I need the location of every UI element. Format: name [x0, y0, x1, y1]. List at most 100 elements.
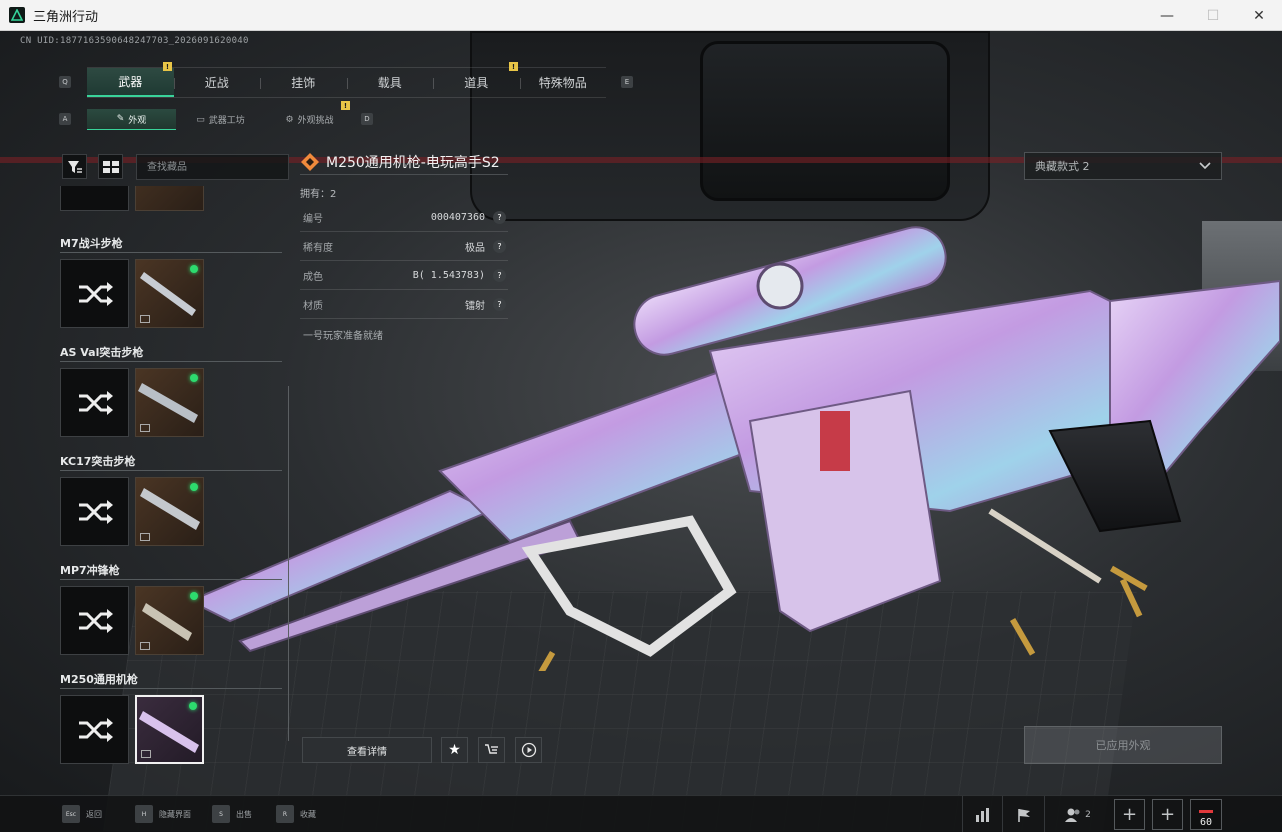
- view-details-button[interactable]: 查看详情: [302, 737, 432, 763]
- equipped-indicator: [190, 592, 198, 600]
- key-esc: Esc: [62, 805, 80, 823]
- window-title: 三角洲行动: [33, 9, 99, 25]
- subtab-appearance[interactable]: ✎ 外观: [87, 109, 176, 130]
- filter-icon: [67, 160, 82, 173]
- skin-thumbnail[interactable]: [135, 368, 204, 437]
- image-icon: [140, 533, 150, 541]
- skin-thumbnail[interactable]: [135, 186, 204, 211]
- invite-slot-button[interactable]: +: [1114, 799, 1145, 830]
- hint-label: 出售: [236, 809, 252, 819]
- flag-button[interactable]: [1002, 796, 1044, 832]
- tab-items[interactable]: 道具 !: [433, 62, 520, 97]
- skin-thumbnail[interactable]: [135, 477, 204, 546]
- alert-badge: !: [509, 62, 518, 71]
- tab-label: 武器: [118, 75, 143, 89]
- subtab-label: 武器工坊: [208, 116, 245, 126]
- alert-badge: !: [341, 101, 350, 110]
- key-h: H: [135, 805, 153, 823]
- play-preview-button[interactable]: [515, 737, 542, 763]
- stat-label: 编号: [303, 213, 323, 225]
- market-button[interactable]: [478, 737, 505, 763]
- tab-special-items[interactable]: 特殊物品: [519, 68, 607, 97]
- help-icon[interactable]: ?: [493, 268, 506, 282]
- weapon-name: MP7冲锋枪: [60, 560, 282, 580]
- random-skin-button[interactable]: [60, 368, 129, 437]
- random-skin-button[interactable]: [60, 586, 129, 655]
- skin-thumbnail[interactable]: [135, 259, 204, 328]
- tab-label: 近战: [204, 76, 229, 90]
- skin-info-panel: M250通用机枪-电玩高手S2 拥有：2 编号 000407360 ? 稀有度 …: [300, 149, 508, 342]
- alert-badge: !: [163, 62, 172, 71]
- tab-weapons[interactable]: 武器 !: [87, 62, 174, 97]
- stat-row-rarity: 稀有度 极品 ?: [300, 232, 508, 261]
- scrollbar[interactable]: [288, 386, 289, 741]
- search-input[interactable]: [137, 155, 288, 180]
- app-logo-icon: [9, 7, 25, 23]
- footer-hint-hide-ui[interactable]: H 隐藏界面: [135, 805, 191, 823]
- equipped-indicator: [190, 483, 198, 491]
- tab-vehicles[interactable]: 载具: [346, 68, 434, 97]
- party-button[interactable]: 2: [1044, 796, 1110, 832]
- preset-dropdown[interactable]: 典藏款式 2: [1024, 152, 1222, 180]
- search-box[interactable]: [136, 154, 289, 180]
- game-stage: CN UID:1877163590648247703_2026091620040: [0, 31, 1282, 832]
- equipped-indicator: [189, 702, 197, 710]
- key-hint-e: E: [621, 76, 633, 88]
- plus-icon: +: [1121, 804, 1138, 825]
- equipped-indicator: [190, 374, 198, 382]
- weapon-name: M250通用机枪: [60, 669, 282, 689]
- favorite-button[interactable]: ★: [441, 737, 468, 763]
- random-skin-button[interactable]: [60, 186, 129, 211]
- fps-bar: [1199, 810, 1213, 813]
- list-item-selected: M250通用机枪: [60, 669, 282, 776]
- tab-melee[interactable]: 近战: [173, 68, 261, 97]
- random-skin-button[interactable]: [60, 695, 129, 764]
- stat-value: 000407360: [430, 211, 485, 223]
- grid-icon: [102, 160, 119, 173]
- stat-value: 镭射: [465, 300, 485, 312]
- party-count: 2: [1085, 809, 1091, 820]
- filter-button[interactable]: [62, 154, 87, 179]
- weapon-list[interactable]: M7战斗步枪 AS Val突击步枪 KC17突击步枪 MP7冲锋枪 M250通用…: [60, 186, 282, 776]
- preset-label: 典藏款式 2: [1035, 160, 1090, 173]
- footer-bar: Esc 返回 H 隐藏界面 S 出售 R 收藏 2 + + 60: [0, 795, 1282, 832]
- help-icon[interactable]: ?: [493, 210, 506, 224]
- bar-chart-icon: [975, 807, 989, 822]
- tab-label: 挂饰: [291, 76, 316, 90]
- hint-label: 收藏: [300, 809, 316, 819]
- footer-hint-favorite[interactable]: R 收藏: [276, 805, 316, 823]
- footer-hint-sell[interactable]: S 出售: [212, 805, 252, 823]
- star-icon: ★: [448, 742, 461, 758]
- stat-row-serial: 编号 000407360 ?: [300, 203, 508, 232]
- minimize-button[interactable]: —: [1144, 0, 1190, 31]
- apply-skin-button[interactable]: 已应用外观: [1024, 726, 1222, 764]
- random-skin-button[interactable]: [60, 477, 129, 546]
- skin-thumbnail[interactable]: [135, 586, 204, 655]
- grid-view-button[interactable]: [98, 154, 123, 179]
- hint-label: 隐藏界面: [159, 809, 191, 819]
- image-icon: [140, 315, 150, 323]
- shuffle-icon: [78, 499, 113, 524]
- skin-thumbnail-selected[interactable]: [135, 695, 204, 764]
- close-button[interactable]: ✕: [1236, 0, 1282, 31]
- key-s: S: [212, 805, 230, 823]
- subtab-label: 外观挑战: [297, 116, 334, 126]
- team-icon: [1065, 808, 1080, 822]
- help-icon[interactable]: ?: [493, 297, 506, 311]
- subtab-weapon-workshop[interactable]: ▭ 武器工坊: [176, 109, 265, 130]
- list-item-partial: [60, 186, 282, 233]
- plus-icon: +: [1159, 804, 1176, 825]
- window-titlebar: 三角洲行动 — ☐ ✕: [0, 0, 1282, 31]
- random-skin-button[interactable]: [60, 259, 129, 328]
- rarity-diamond-icon: [301, 152, 319, 171]
- footer-hint-back[interactable]: Esc 返回: [62, 805, 102, 823]
- invite-slot-button[interactable]: +: [1152, 799, 1183, 830]
- subtab-appearance-challenge[interactable]: ⚙ 外观挑战 !: [265, 101, 354, 130]
- owned-count: 拥有：2: [300, 189, 337, 200]
- stats-button[interactable]: [962, 796, 1002, 832]
- help-icon[interactable]: ?: [493, 239, 506, 253]
- fps-value: 60: [1199, 817, 1213, 828]
- tab-charms[interactable]: 挂饰: [260, 68, 347, 97]
- key-hint-a: A: [59, 113, 71, 125]
- maximize-button[interactable]: ☐: [1190, 0, 1236, 31]
